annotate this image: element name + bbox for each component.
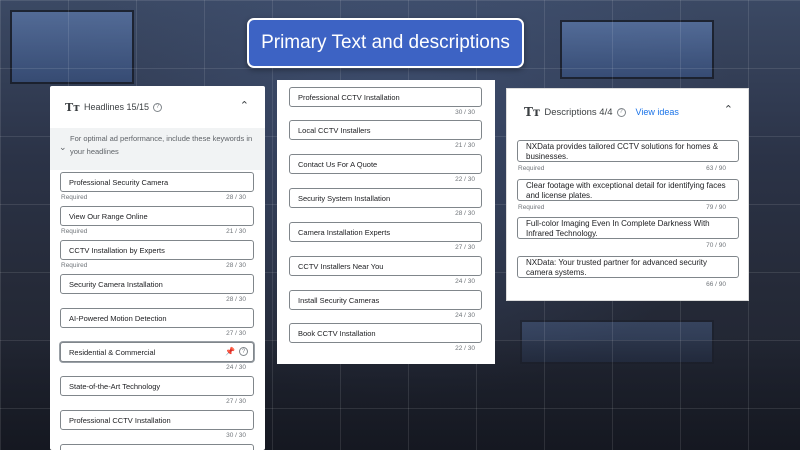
headline-field[interactable]: Contact Us For A Quote	[289, 154, 482, 174]
headline-field[interactable]: View Our Range Online	[60, 206, 254, 226]
headline-text: CCTV Installers Near You	[298, 261, 384, 271]
pin-icon[interactable]: 📌	[225, 347, 235, 356]
headlines-continued-panel: Professional CCTV Installation 30 / 30 L…	[277, 80, 495, 364]
headline-text: Professional CCTV Installation	[298, 92, 400, 102]
char-count: 63 / 90	[706, 165, 726, 172]
char-count: 24 / 30	[455, 312, 475, 319]
required-label: Required	[61, 194, 88, 201]
headline-text: AI-Powered Motion Detection	[69, 313, 167, 323]
char-count: 28 / 30	[455, 210, 475, 217]
description-field[interactable]: NXData provides tailored CCTV solutions …	[517, 140, 739, 162]
headline-text: Professional Security Camera	[69, 177, 169, 187]
headline-text: Security Camera Installation	[69, 279, 163, 289]
headline-field-partial[interactable]	[60, 444, 254, 450]
collapse-chevron-icon[interactable]: ⌃	[724, 103, 733, 116]
headline-field[interactable]: Professional CCTV Installation	[60, 410, 254, 430]
char-count: 27 / 30	[226, 330, 246, 337]
headline-text: Install Security Cameras	[298, 295, 380, 305]
headlines-header: Tт Headlines 15/15 ? ⌃	[50, 86, 265, 128]
description-field[interactable]: Full-color Imaging Even In Complete Dark…	[517, 217, 739, 239]
char-count: 79 / 90	[706, 204, 726, 211]
view-ideas-link[interactable]: View ideas	[636, 107, 679, 117]
char-count: 30 / 30	[226, 432, 246, 439]
headline-field[interactable]: Book CCTV Installation	[289, 323, 482, 343]
headline-text: Camera Installation Experts	[298, 227, 391, 237]
char-count: 21 / 30	[226, 228, 246, 235]
help-icon[interactable]: ?	[153, 102, 163, 112]
headline-text: Contact Us For A Quote	[298, 159, 378, 169]
headline-field[interactable]: State-of-the-Art Technology	[60, 376, 254, 396]
help-icon[interactable]: ?	[616, 107, 626, 117]
char-count: 21 / 30	[455, 142, 475, 149]
headline-field[interactable]: Local CCTV Installers	[289, 120, 482, 140]
collapse-chevron-icon[interactable]: ⌃	[240, 99, 249, 112]
headline-field[interactable]: Residential & Commercial 📌 ?	[60, 342, 254, 362]
char-count: 28 / 30	[226, 194, 246, 201]
char-count: 22 / 30	[455, 345, 475, 352]
headline-text: Professional CCTV Installation	[69, 415, 171, 425]
char-count: 27 / 30	[226, 398, 246, 405]
required-label: Required	[518, 204, 545, 211]
char-count: 66 / 90	[706, 281, 726, 288]
headline-text: CCTV Installation by Experts	[69, 245, 165, 255]
headline-field[interactable]: CCTV Installers Near You	[289, 256, 482, 276]
banner-title: Primary Text and descriptions	[247, 18, 524, 68]
text-type-icon: Tт	[524, 105, 541, 119]
description-field[interactable]: Clear footage with exceptional detail fo…	[517, 179, 739, 201]
keyword-hint-text: For optimal ad performance, include thes…	[70, 134, 253, 156]
headline-text: View Our Range Online	[69, 211, 148, 221]
descriptions-panel: Tт Descriptions 4/4 ? View ideas ⌃ NXDat…	[506, 88, 749, 301]
required-label: Required	[61, 228, 88, 235]
headline-text: Residential & Commercial	[69, 347, 156, 357]
descriptions-title: Descriptions 4/4	[544, 106, 613, 118]
headline-text: Security System Installation	[298, 193, 391, 203]
headline-field[interactable]: Security System Installation	[289, 188, 482, 208]
required-label: Required	[518, 165, 545, 172]
headline-field[interactable]: Camera Installation Experts	[289, 222, 482, 242]
headline-field[interactable]: AI-Powered Motion Detection	[60, 308, 254, 328]
headline-field[interactable]: Professional Security Camera	[60, 172, 254, 192]
headline-text: Local CCTV Installers	[298, 125, 371, 135]
field-actions: 📌 ?	[225, 347, 248, 356]
char-count: 30 / 30	[455, 109, 475, 116]
char-count: 24 / 30	[455, 278, 475, 285]
char-count: 28 / 30	[226, 296, 246, 303]
char-count: 24 / 30	[226, 364, 246, 371]
description-field[interactable]: NXData: Your trusted partner for advance…	[517, 256, 739, 278]
headline-field[interactable]: Security Camera Installation	[60, 274, 254, 294]
headline-field[interactable]: Professional CCTV Installation	[289, 87, 482, 107]
descriptions-header: Tт Descriptions 4/4 ? View ideas ⌃	[507, 89, 748, 135]
headline-text: Book CCTV Installation	[298, 328, 376, 338]
text-type-icon: Tт	[65, 100, 81, 114]
char-count: 70 / 90	[706, 242, 726, 249]
chevron-down-icon[interactable]: ⌄	[59, 141, 67, 154]
help-icon[interactable]: ?	[239, 347, 248, 356]
headline-field[interactable]: Install Security Cameras	[289, 290, 482, 310]
char-count: 22 / 30	[455, 176, 475, 183]
headline-text: State-of-the-Art Technology	[69, 381, 161, 391]
headlines-title: Headlines 15/15	[84, 102, 150, 112]
char-count: 27 / 30	[455, 244, 475, 251]
required-label: Required	[61, 262, 88, 269]
char-count: 28 / 30	[226, 262, 246, 269]
keyword-hint[interactable]: ⌄ For optimal ad performance, include th…	[50, 128, 265, 170]
headline-field[interactable]: CCTV Installation by Experts	[60, 240, 254, 260]
headlines-panel: Tт Headlines 15/15 ? ⌃ ⌄ For optimal ad …	[50, 86, 265, 450]
